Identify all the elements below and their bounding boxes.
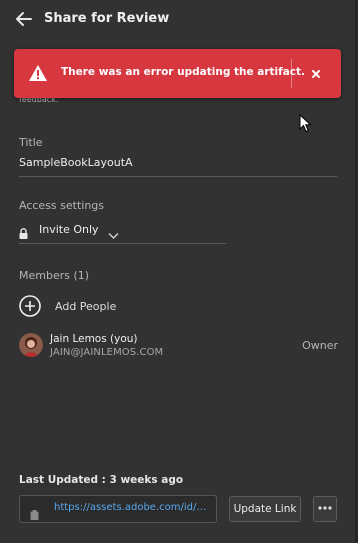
- close-icon[interactable]: [309, 66, 323, 80]
- access-value: Invite Only: [39, 222, 99, 236]
- update-link-button[interactable]: Update Link: [229, 496, 301, 522]
- access-settings-label: Access settings: [19, 199, 105, 212]
- plus-circle-icon: [19, 295, 41, 317]
- lock-icon: [19, 224, 28, 239]
- last-updated-label: Last Updated :: [19, 474, 106, 486]
- title-label: Title: [19, 136, 43, 149]
- access-underline: [19, 243, 226, 244]
- alert-triangle-icon: [28, 64, 48, 82]
- clipboard-icon[interactable]: [30, 505, 39, 520]
- member-email: JAIN@JAINLEMOS.COM: [50, 347, 164, 358]
- title-underline: [19, 176, 337, 177]
- more-options-button[interactable]: [313, 496, 337, 522]
- add-people-label: Add People: [55, 299, 117, 313]
- chevron-down-icon[interactable]: [108, 225, 119, 240]
- members-heading: Members (1): [19, 269, 90, 282]
- title-input[interactable]: SampleBookLayoutA: [19, 156, 133, 169]
- member-row: Jain Lemos (you) JAIN@JAINLEMOS.COM Owne…: [19, 333, 339, 359]
- arrow-left-icon[interactable]: [14, 10, 34, 28]
- last-updated-value: 3 weeks ago: [109, 474, 184, 486]
- mouse-pointer-icon: [299, 113, 313, 134]
- panel-header: Share for Review: [0, 0, 355, 38]
- last-updated: Last Updated : 3 weeks ago: [19, 474, 183, 486]
- member-name: Jain Lemos (you): [50, 333, 138, 345]
- error-toast: There was an error updating the artifact…: [14, 49, 341, 98]
- member-role: Owner: [302, 339, 338, 352]
- share-link-field[interactable]: https://assets.adobe.com/id/urn:aaid:sc:…: [19, 495, 217, 523]
- avatar: [19, 333, 43, 357]
- share-link[interactable]: https://assets.adobe.com/id/urn:aaid:sc:…: [54, 502, 212, 513]
- add-people-button[interactable]: Add People: [19, 294, 116, 318]
- toast-message: There was an error updating the artifact…: [61, 66, 306, 78]
- page-title: Share for Review: [44, 11, 170, 26]
- share-panel: Share for Review feedback. There was an …: [0, 0, 358, 543]
- access-dropdown[interactable]: Invite Only: [19, 221, 119, 240]
- toast-divider: [291, 59, 292, 88]
